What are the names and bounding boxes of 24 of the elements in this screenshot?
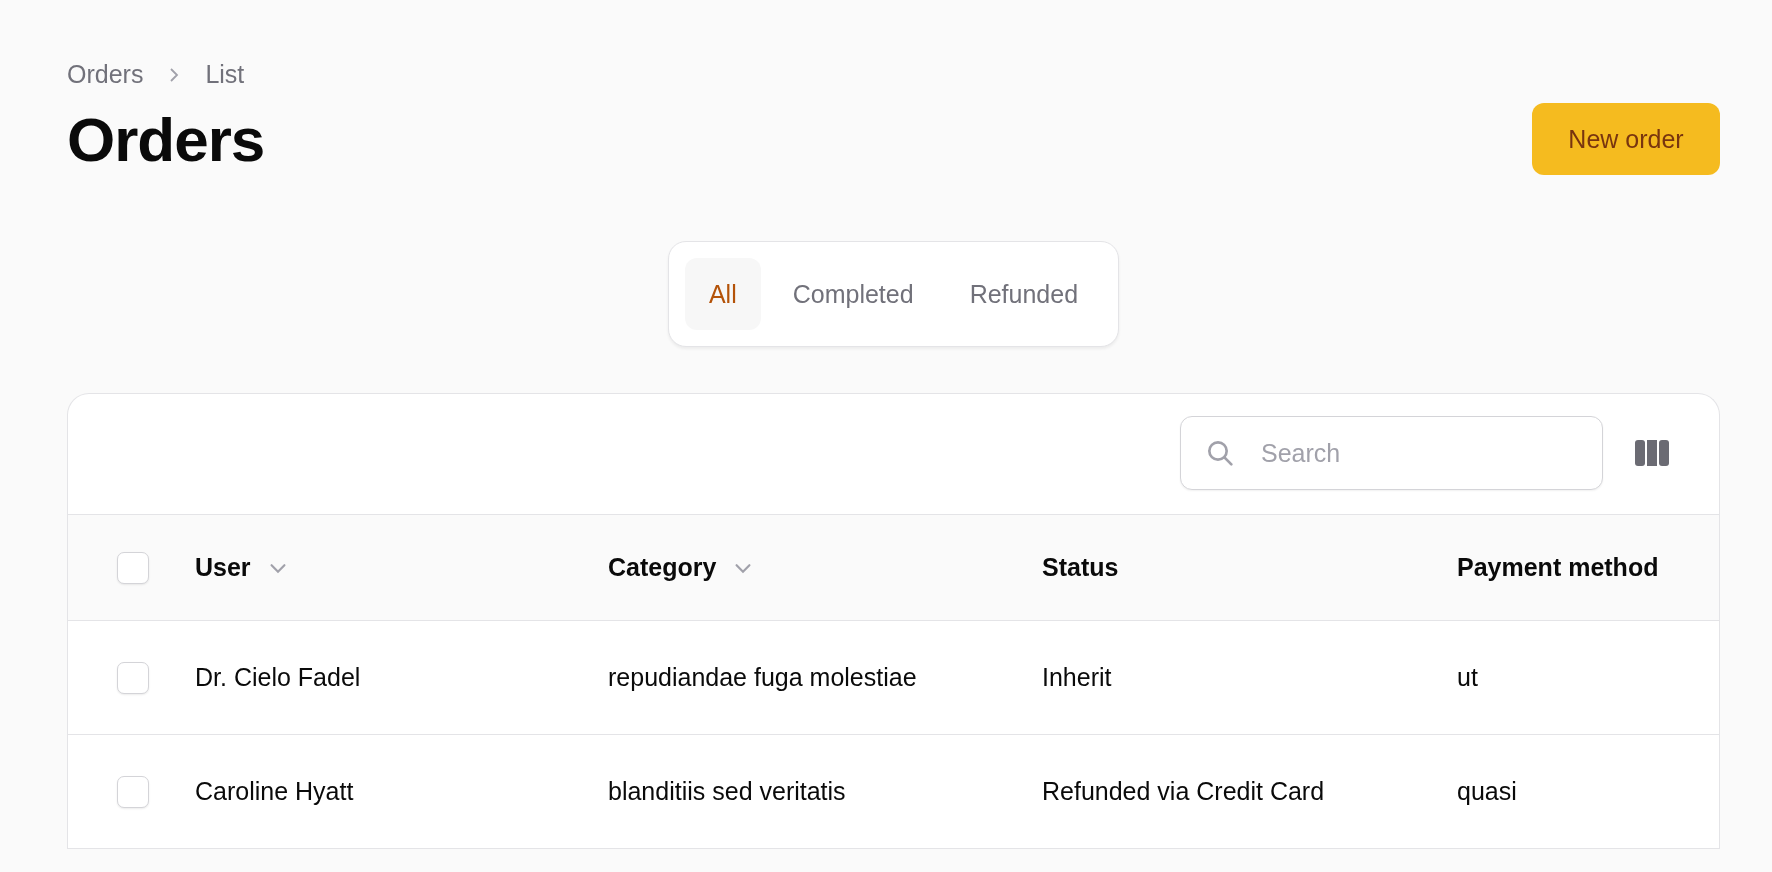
table-cell-text: quasi [1457,777,1518,806]
table-cell-text: blanditiis sed veritatis [608,777,847,806]
breadcrumb-link[interactable]: Orders [67,60,144,89]
new-order-button[interactable]: New order [1532,103,1720,175]
table-cell-text: Dr. Cielo Fadel [195,663,362,692]
column-header: Status [1042,553,1119,582]
column-header: Payment method [1457,553,1659,582]
table-cell-text: ut [1457,663,1479,692]
table-cell-text: Caroline Hyatt [195,777,355,806]
tab[interactable]: Refunded [945,258,1103,330]
tab[interactable]: All [684,258,761,330]
checkbox[interactable] [117,551,149,584]
page-title: Orders [67,103,265,175]
search-field[interactable]: Search [1180,416,1603,490]
tab[interactable]: Completed [768,258,938,330]
table-cell-text: Inherit [1042,663,1113,692]
table-cell-text: Refunded via Credit Card [1042,777,1326,806]
columns-icon[interactable] [1635,439,1669,467]
column-header[interactable]: Category [608,553,717,582]
table-cell-text: repudiandae fuga molestiae [608,663,918,692]
checkbox[interactable] [117,661,149,694]
breadcrumb-link[interactable]: List [205,60,245,89]
checkbox[interactable] [117,775,149,808]
column-header[interactable]: User [195,553,251,582]
